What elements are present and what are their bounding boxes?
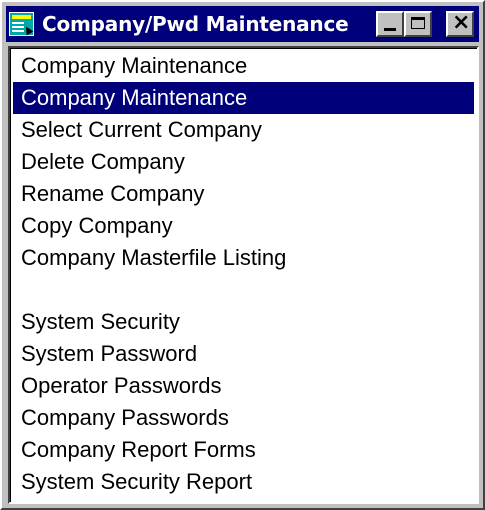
list-item-copy-company[interactable]: Copy Company <box>13 210 474 242</box>
company-pwd-maintenance-window: Company/Pwd Maintenance × Company Mainte… <box>0 0 485 510</box>
list-item-separator <box>13 274 474 306</box>
list-item-company-passwords[interactable]: Company Passwords <box>13 402 474 434</box>
close-icon: × <box>452 10 471 35</box>
menu-list[interactable]: Company Maintenance Company Maintenance … <box>8 46 479 504</box>
list-item-system-security[interactable]: System Security <box>13 306 474 338</box>
minimize-icon <box>384 28 396 31</box>
list-item-delete-company[interactable]: Delete Company <box>13 146 474 178</box>
list-item-system-security-report[interactable]: System Security Report <box>13 466 474 498</box>
list-item-company-masterfile-listing[interactable]: Company Masterfile Listing <box>13 242 474 274</box>
maximize-icon <box>411 17 425 29</box>
list-item-company-maintenance[interactable]: Company Maintenance <box>13 82 474 114</box>
window-title: Company/Pwd Maintenance <box>42 12 349 36</box>
list-item-select-current-company[interactable]: Select Current Company <box>13 114 474 146</box>
list-item-company-report-forms[interactable]: Company Report Forms <box>13 434 474 466</box>
list-item-system-password[interactable]: System Password <box>13 338 474 370</box>
maximize-button[interactable] <box>404 11 432 37</box>
list-item-company-maintenance-header[interactable]: Company Maintenance <box>13 50 474 82</box>
title-bar[interactable]: Company/Pwd Maintenance × <box>6 6 479 42</box>
list-item-rename-company[interactable]: Rename Company <box>13 178 474 210</box>
app-icon[interactable] <box>9 12 34 36</box>
list-item-operator-passwords[interactable]: Operator Passwords <box>13 370 474 402</box>
close-button[interactable]: × <box>446 11 474 37</box>
minimize-button[interactable] <box>376 11 404 37</box>
